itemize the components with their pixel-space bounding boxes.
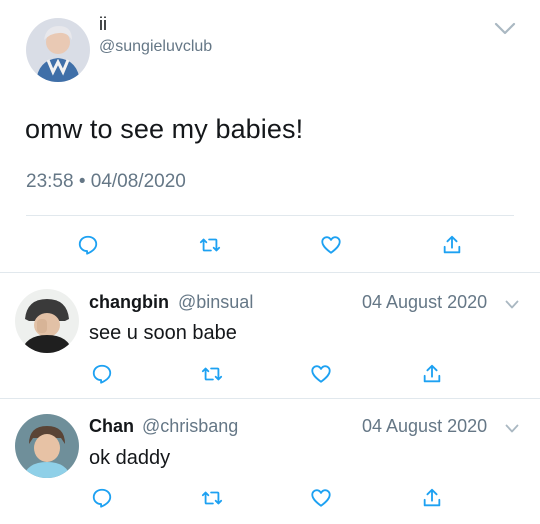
tweet-text: omw to see my babies! <box>25 114 304 144</box>
reply-date[interactable]: 04 August 2020 <box>362 416 487 437</box>
user-handle[interactable]: @binsual <box>178 292 253 313</box>
chevron-down-icon[interactable] <box>505 297 519 309</box>
reply-icon[interactable] <box>89 361 115 387</box>
display-name[interactable]: Chan <box>89 416 134 437</box>
reply-date[interactable]: 04 August 2020 <box>362 292 487 313</box>
chevron-down-icon[interactable] <box>494 22 516 36</box>
display-name[interactable]: ii <box>99 14 107 35</box>
avatar[interactable] <box>15 414 79 478</box>
avatar[interactable] <box>26 18 90 82</box>
like-icon[interactable] <box>308 361 334 387</box>
share-icon[interactable] <box>419 361 445 387</box>
retweet-icon[interactable] <box>199 361 225 387</box>
retweet-icon[interactable] <box>197 232 223 258</box>
divider <box>0 398 540 399</box>
user-handle[interactable]: @sungieluvclub <box>99 38 212 56</box>
avatar[interactable] <box>15 289 79 353</box>
tweet-timestamp[interactable]: 23:58 • 04/08/2020 <box>26 171 186 193</box>
like-icon[interactable] <box>308 485 334 511</box>
reply-text: ok daddy <box>89 447 171 469</box>
divider <box>26 215 514 216</box>
display-name[interactable]: changbin <box>89 292 169 313</box>
like-icon[interactable] <box>318 232 344 258</box>
chevron-down-icon[interactable] <box>505 421 519 433</box>
main-tweet: ii @sungieluvclub omw to see my babies! … <box>0 0 540 272</box>
reply-icon[interactable] <box>89 485 115 511</box>
share-icon[interactable] <box>439 232 465 258</box>
share-icon[interactable] <box>419 485 445 511</box>
reply-text: see u soon babe <box>89 322 237 344</box>
retweet-icon[interactable] <box>199 485 225 511</box>
user-handle[interactable]: @chrisbang <box>142 416 238 437</box>
divider <box>0 272 540 273</box>
reply-icon[interactable] <box>75 232 101 258</box>
